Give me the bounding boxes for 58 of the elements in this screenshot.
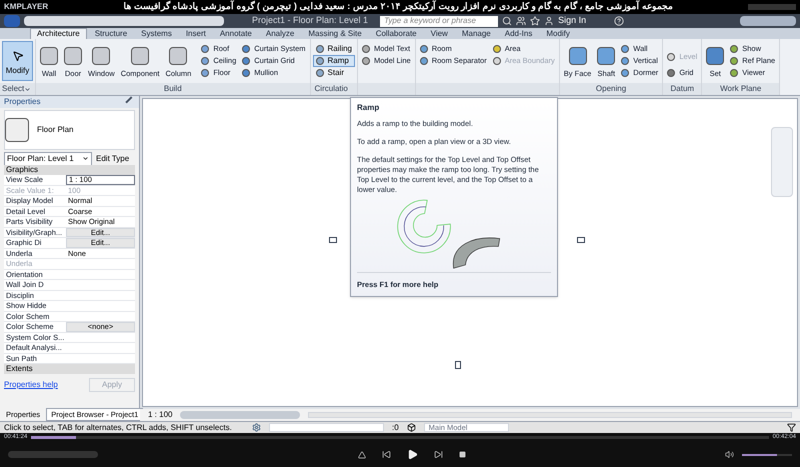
help-icon[interactable] (614, 16, 624, 26)
design-options-icon[interactable] (406, 423, 416, 432)
ribbon-tab[interactable]: Manage (456, 29, 497, 39)
panel-label: Work Plane (702, 83, 780, 95)
stop-icon[interactable] (458, 451, 466, 458)
volume-icon[interactable] (725, 450, 734, 459)
ribbon-tab[interactable]: Annotate (214, 29, 258, 39)
panel-label: Circulatio (310, 83, 357, 95)
people-icon[interactable] (516, 16, 526, 26)
next-icon[interactable] (434, 450, 442, 459)
ribbon-tab[interactable]: Massing & Site (302, 29, 368, 39)
ribbon-tab[interactable]: Structure (88, 29, 134, 39)
ribbon-tab[interactable]: View (424, 29, 454, 39)
elevation-marker-icon (577, 237, 585, 243)
ribbon-tab[interactable]: Systems (135, 29, 178, 39)
help-link[interactable]: Properties help (4, 379, 58, 391)
ribbon-button[interactable]: Stair (312, 67, 355, 79)
cursor-icon (12, 50, 24, 62)
panel-label: Datum (663, 83, 702, 95)
selection-count: :0 (392, 422, 399, 434)
panel-label: Opening (560, 83, 662, 95)
ribbon-tab[interactable]: Insert (180, 29, 212, 39)
panel-title: Properties (4, 96, 40, 108)
app-title: Project1 - Floor Plan: Level 1 (252, 14, 368, 28)
ribbon-tab[interactable]: Collaborate (370, 29, 423, 39)
view-scale[interactable]: 1 : 100 (148, 409, 172, 421)
previous-icon[interactable] (382, 450, 390, 459)
star-icon[interactable] (530, 16, 540, 26)
worksets-icon[interactable] (252, 423, 261, 432)
panel-label: Build (36, 83, 310, 95)
caret-icon (24, 86, 32, 92)
type-name: Floor Plan (37, 124, 74, 136)
group-header: Extents (4, 364, 135, 374)
select-dropdown[interactable]: Select (0, 83, 35, 95)
ribbon-button[interactable]: Railing (312, 43, 355, 55)
modify-button[interactable]: Modify (2, 41, 33, 81)
player-brand: KMPLAYER (4, 1, 48, 13)
ribbon-tab[interactable]: Analyze (260, 29, 300, 39)
edit-type-button[interactable]: Edit Type (96, 152, 130, 164)
play-icon[interactable] (406, 449, 418, 460)
elevation-marker-icon (455, 361, 461, 369)
ribbon-tab[interactable]: Add-Ins (498, 29, 538, 39)
tooltip-title: Ramp (357, 102, 380, 114)
filter-icon[interactable] (787, 423, 796, 432)
group-header: Graphics (4, 165, 135, 175)
video-title: مجموعه آموزشی جامع ، گام به گام و کاربردی نرم افزار رویت آرکیتکچر ۲۰۱۴ مدرس : سعید فدایی ( تیچرمن ) گروه آموزشی پادشاه گرافیست ها (122, 0, 674, 14)
caret-icon (82, 155, 89, 162)
ribbon-button[interactable]: Ramp (312, 55, 355, 67)
elevation-marker-icon (329, 237, 337, 243)
status-message: Click to select, TAB for alternates, CTRL adds, SHIFT unselects. (4, 422, 233, 434)
sign-in-link[interactable]: Sign In (558, 14, 586, 28)
view-selector[interactable]: Floor Plan: Level 1 (4, 152, 92, 166)
search-field[interactable]: Type a keyword or phrase (380, 16, 498, 26)
ribbon-tab[interactable]: Modify (540, 29, 576, 39)
ribbon-tab[interactable]: Architecture (30, 28, 87, 39)
seek-bar[interactable] (31, 436, 769, 439)
user-icon[interactable] (544, 16, 554, 26)
eject-icon[interactable] (358, 450, 366, 458)
